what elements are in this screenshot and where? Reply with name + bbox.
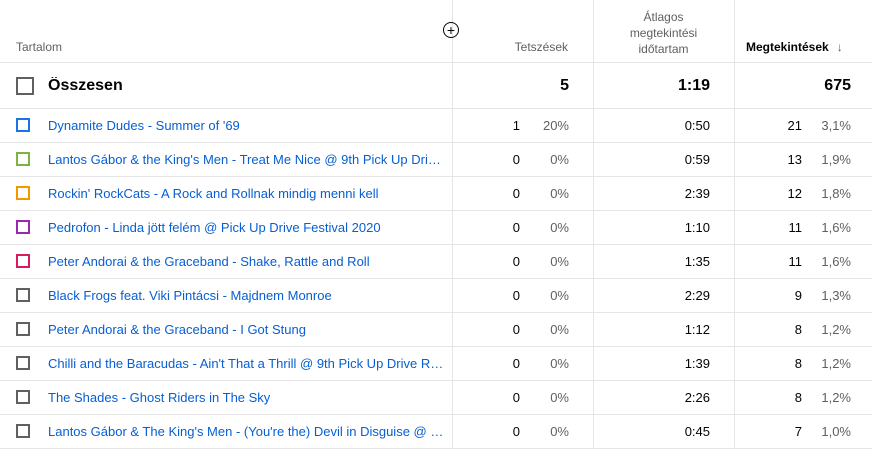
likes-count: 0 bbox=[512, 254, 520, 269]
analytics-table: Tartalom + Tetszések Átlagos megtekintés… bbox=[0, 0, 872, 449]
views-count: 21 bbox=[787, 118, 802, 133]
likes-count: 0 bbox=[512, 288, 520, 303]
likes-count: 0 bbox=[512, 322, 520, 337]
total-row: Összesen 5 1:19 675 bbox=[0, 63, 872, 109]
header-avg-duration[interactable]: Átlagos megtekintési időtartam bbox=[594, 9, 733, 57]
video-title-link[interactable]: Dynamite Dudes - Summer of '69 bbox=[48, 118, 240, 133]
views-percent: 1,9% bbox=[821, 152, 851, 167]
table-header: Tartalom + Tetszések Átlagos megtekintés… bbox=[0, 0, 872, 63]
header-likes[interactable]: Tetszések bbox=[515, 40, 568, 54]
table-row: Peter Andorai & the Graceband - I Got St… bbox=[0, 313, 872, 347]
row-checkbox[interactable] bbox=[16, 288, 30, 302]
likes-count: 0 bbox=[512, 220, 520, 235]
video-title-link[interactable]: The Shades - Ghost Riders in The Sky bbox=[48, 390, 270, 405]
row-checkbox[interactable] bbox=[16, 186, 30, 200]
video-title-link[interactable]: Peter Andorai & the Graceband - I Got St… bbox=[48, 322, 306, 337]
views-count: 12 bbox=[787, 186, 802, 201]
avg-duration: 1:35 bbox=[684, 254, 710, 269]
avg-duration: 2:29 bbox=[684, 288, 710, 303]
header-views[interactable]: Megtekintések ↓ bbox=[746, 40, 843, 54]
total-checkbox[interactable] bbox=[16, 77, 34, 95]
views-percent: 1,2% bbox=[821, 356, 851, 371]
views-count: 8 bbox=[794, 356, 802, 371]
table-row: Chilli and the Baracudas - Ain't That a … bbox=[0, 347, 872, 381]
likes-percent: 0% bbox=[550, 390, 569, 405]
views-count: 8 bbox=[794, 390, 802, 405]
views-count: 13 bbox=[787, 152, 802, 167]
likes-count: 0 bbox=[512, 152, 520, 167]
row-checkbox[interactable] bbox=[16, 424, 30, 438]
likes-percent: 20% bbox=[542, 118, 569, 133]
likes-count: 0 bbox=[512, 390, 520, 405]
views-percent: 1,6% bbox=[821, 220, 851, 235]
views-percent: 3,1% bbox=[821, 118, 851, 133]
views-count: 11 bbox=[788, 254, 803, 269]
likes-percent: 0% bbox=[550, 220, 569, 235]
views-count: 8 bbox=[794, 322, 802, 337]
views-percent: 1,6% bbox=[821, 254, 851, 269]
views-percent: 1,2% bbox=[821, 322, 851, 337]
table-row: Black Frogs feat. Viki Pintácsi - Majdne… bbox=[0, 279, 872, 313]
video-title-link[interactable]: Lantos Gábor & the King's Men - Treat Me… bbox=[48, 152, 445, 167]
total-avg: 1:19 bbox=[677, 77, 710, 94]
header-content[interactable]: Tartalom bbox=[16, 40, 62, 54]
likes-percent: 0% bbox=[550, 322, 569, 337]
likes-count: 0 bbox=[512, 356, 520, 371]
likes-count: 1 bbox=[512, 118, 520, 133]
avg-duration: 0:50 bbox=[684, 118, 710, 133]
total-views: 675 bbox=[824, 77, 851, 94]
row-checkbox[interactable] bbox=[16, 254, 30, 268]
avg-duration: 1:12 bbox=[684, 322, 710, 337]
table-row: Peter Andorai & the Graceband - Shake, R… bbox=[0, 245, 872, 279]
likes-percent: 0% bbox=[550, 254, 569, 269]
row-checkbox[interactable] bbox=[16, 152, 30, 166]
likes-percent: 0% bbox=[550, 186, 569, 201]
video-title-link[interactable]: Pedrofon - Linda jött felém @ Pick Up Dr… bbox=[48, 220, 381, 235]
likes-count: 0 bbox=[512, 186, 520, 201]
avg-duration: 0:59 bbox=[684, 152, 710, 167]
arrow-down-icon[interactable]: ↓ bbox=[837, 40, 843, 54]
avg-duration: 1:39 bbox=[684, 356, 710, 371]
table-row: The Shades - Ghost Riders in The Sky 0 0% 2… bbox=[0, 381, 872, 415]
table-row: Lantos Gábor & the King's Men - Treat Me… bbox=[0, 143, 872, 177]
avg-duration: 1:10 bbox=[684, 220, 710, 235]
table-row: Lantos Gábor & The King's Men - (You're … bbox=[0, 415, 872, 449]
likes-percent: 0% bbox=[550, 152, 569, 167]
video-title-link[interactable]: Rockin' RockCats - A Rock and Rollnak mi… bbox=[48, 186, 379, 201]
avg-duration: 2:39 bbox=[684, 186, 710, 201]
table-row: Dynamite Dudes - Summer of '69 1 20% 0:50 21… bbox=[0, 109, 872, 143]
row-checkbox[interactable] bbox=[16, 220, 30, 234]
likes-percent: 0% bbox=[550, 356, 569, 371]
table-row: Rockin' RockCats - A Rock and Rollnak mi… bbox=[0, 177, 872, 211]
views-percent: 1,2% bbox=[821, 390, 851, 405]
total-likes: 5 bbox=[560, 77, 569, 94]
avg-duration: 2:26 bbox=[684, 390, 710, 405]
plus-circle-icon[interactable]: + bbox=[443, 22, 459, 38]
row-checkbox[interactable] bbox=[16, 356, 30, 370]
row-checkbox[interactable] bbox=[16, 118, 30, 132]
views-percent: 1,3% bbox=[821, 288, 851, 303]
row-checkbox[interactable] bbox=[16, 390, 30, 404]
views-count: 11 bbox=[788, 220, 803, 235]
likes-percent: 0% bbox=[550, 288, 569, 303]
row-checkbox[interactable] bbox=[16, 322, 30, 336]
views-count: 9 bbox=[794, 288, 802, 303]
video-title-link[interactable]: Chilli and the Baracudas - Ain't That a … bbox=[48, 356, 445, 371]
views-percent: 1,8% bbox=[821, 186, 851, 201]
table-row: Pedrofon - Linda jött felém @ Pick Up Dr… bbox=[0, 211, 872, 245]
total-label: Összesen bbox=[48, 77, 123, 94]
video-title-link[interactable]: Black Frogs feat. Viki Pintácsi - Majdne… bbox=[48, 288, 332, 303]
video-title-link[interactable]: Peter Andorai & the Graceband - Shake, R… bbox=[48, 254, 370, 269]
